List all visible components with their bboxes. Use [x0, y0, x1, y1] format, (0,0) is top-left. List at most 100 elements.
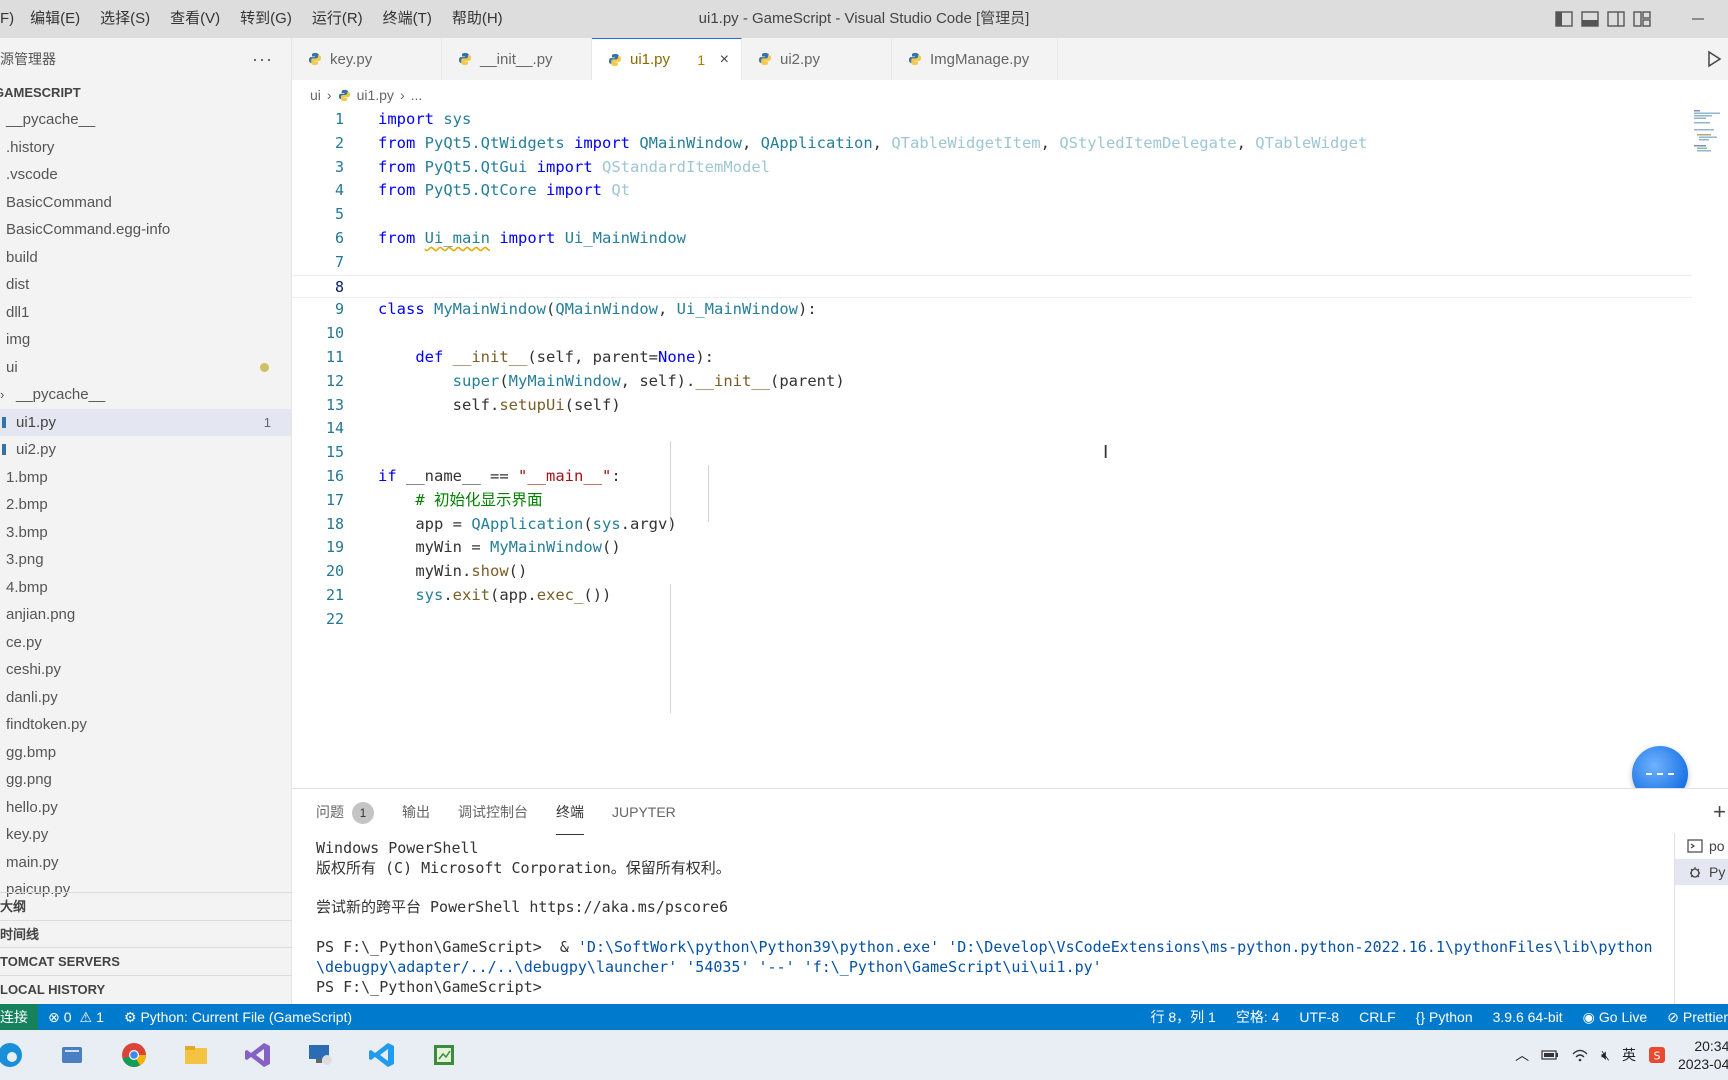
tree-item-ui2-py[interactable]: ui2.py [0, 436, 291, 464]
tab-key-py[interactable]: key.py [292, 38, 442, 80]
tree-item[interactable]: ceshi.py [0, 656, 291, 684]
new-terminal-icon[interactable]: + [1713, 799, 1726, 825]
tree-item[interactable]: key.py [0, 821, 291, 849]
run-python-file-icon[interactable] [1704, 50, 1724, 68]
layout-sidebar-left-icon[interactable] [1551, 0, 1577, 38]
tree-item[interactable]: BasicCommand [0, 189, 291, 217]
close-tab-icon[interactable]: × [720, 51, 729, 69]
tree-item[interactable]: danli.py [0, 684, 291, 712]
tab-terminal[interactable]: 终端 [556, 789, 584, 835]
tree-item[interactable]: build [0, 244, 291, 272]
debug-config-status[interactable]: ⚙ Python: Current File (GameScript) [114, 1004, 362, 1030]
code-line: 22 [325, 609, 344, 628]
customize-layout-icon[interactable] [1629, 0, 1655, 38]
indentation-status[interactable]: 空格: 4 [1226, 1004, 1290, 1030]
tree-item[interactable]: ce.py [0, 629, 291, 657]
tab-init-py[interactable]: __init__.py [442, 38, 592, 80]
tab-ui2-py[interactable]: ui2.py [742, 38, 892, 80]
tree-item[interactable]: 3.png [0, 546, 291, 574]
menu-view[interactable]: 查看(V) [160, 0, 230, 38]
tree-item[interactable]: .vscode [0, 161, 291, 189]
code-editor[interactable]: 1 import sys 2 from PyQt5.QtWidgets import… [292, 108, 1692, 788]
tree-item[interactable]: BasicCommand.egg-info [0, 216, 291, 244]
tree-item-ui-folder[interactable]: ui [0, 354, 291, 382]
terminal-line: 尝试新的跨平台 PowerShell https://aka.ms/pscore… [316, 898, 729, 917]
tree-item[interactable]: img [0, 326, 291, 354]
spreadsheet-icon[interactable] [424, 1035, 464, 1075]
tree-item[interactable]: gg.bmp [0, 739, 291, 767]
notes-icon[interactable] [52, 1035, 92, 1075]
menu-file[interactable]: F) [0, 0, 20, 38]
sogou-input-icon[interactable]: S [1642, 1046, 1672, 1064]
minimap[interactable] [1692, 108, 1722, 154]
language-status[interactable]: {} Python [1406, 1004, 1483, 1030]
more-actions-icon[interactable]: ··· [252, 49, 273, 70]
tab-debug-console[interactable]: 调试控制台 [458, 789, 528, 835]
workspace-root[interactable]: GAMESCRIPT [0, 80, 291, 106]
mouse-cursor-ibeam: I [1103, 442, 1109, 463]
current-line: 8 [292, 274, 1692, 299]
tree-item[interactable]: 2.bmp [0, 491, 291, 519]
file-explorer-icon[interactable] [176, 1035, 216, 1075]
tree-item[interactable]: dist [0, 271, 291, 299]
tree-item[interactable]: dll1 [0, 299, 291, 327]
section-timeline[interactable]: 时间线 [0, 919, 292, 948]
wifi-icon[interactable] [1565, 1048, 1595, 1062]
menu-go[interactable]: 转到(G) [230, 0, 302, 38]
visual-studio-icon[interactable] [238, 1035, 278, 1075]
clock[interactable]: 20:34 2023-04 [1672, 1037, 1728, 1073]
tab-ui1-py[interactable]: ui1.py 1 × [592, 38, 742, 80]
section-tomcat-servers[interactable]: TOMCAT SERVERS [0, 947, 292, 975]
tree-item[interactable]: __pycache__ [0, 106, 291, 134]
title-bar: ui1.py - GameScript - Visual Studio Code… [0, 0, 1728, 38]
tree-item[interactable]: hello.py [0, 794, 291, 822]
minimize-icon[interactable] [1668, 0, 1728, 38]
section-outline[interactable]: 大纲 [0, 892, 292, 920]
section-local-history[interactable]: LOCAL HISTORY [0, 974, 292, 1003]
layout-sidebar-right-icon[interactable] [1603, 0, 1629, 38]
breadcrumb-symbols[interactable]: ... [411, 87, 423, 103]
tree-item[interactable]: main.py [0, 849, 291, 877]
tree-item[interactable]: 4.bmp [0, 574, 291, 602]
tree-item[interactable]: 1.bmp [0, 464, 291, 492]
menu-help[interactable]: 帮助(H) [442, 0, 513, 38]
prettier-status[interactable]: ⊘ Prettier [1657, 1004, 1728, 1030]
tab-jupyter[interactable]: JUPYTER [612, 789, 676, 835]
menu-selection[interactable]: 选择(S) [90, 0, 160, 38]
menu-edit[interactable]: 编辑(E) [20, 0, 90, 38]
terminal-instance-powershell[interactable]: po [1675, 833, 1728, 859]
terminal-output[interactable]: Windows PowerShell 版权所有 (C) Microsoft Co… [316, 839, 1696, 997]
tree-item[interactable]: findtoken.py [0, 711, 291, 739]
tree-item[interactable]: 3.bmp [0, 519, 291, 547]
cursor-position-status[interactable]: 行 8，列 1 [1140, 1004, 1225, 1030]
braces-icon: {} [1415, 1009, 1426, 1025]
vscode-icon[interactable] [362, 1035, 402, 1075]
volume-muted-icon[interactable]: 🔇︎ [1595, 1047, 1616, 1064]
battery-icon[interactable] [1535, 1049, 1565, 1061]
remote-desktop-icon[interactable] [300, 1035, 340, 1075]
menu-run[interactable]: 运行(R) [302, 0, 373, 38]
tree-item[interactable]: gg.png [0, 766, 291, 794]
tree-item[interactable]: .history [0, 134, 291, 162]
interpreter-status[interactable]: 3.9.6 64-bit [1483, 1004, 1573, 1030]
tree-item[interactable]: anjian.png [0, 601, 291, 629]
tab-imgmanage-py[interactable]: ImgManage.py [892, 38, 1058, 80]
remote-status[interactable]: 连接 [0, 1004, 38, 1030]
eol-status[interactable]: CRLF [1349, 1004, 1406, 1030]
menu-terminal[interactable]: 终端(T) [373, 0, 442, 38]
tab-output[interactable]: 输出 [402, 789, 430, 835]
problems-status[interactable]: ⊗ 0 ⚠ 1 [38, 1004, 114, 1030]
input-language[interactable]: 英 [1616, 1045, 1642, 1065]
terminal-instance-python-debug[interactable]: Py [1675, 859, 1728, 885]
tree-item-ui1-py[interactable]: ui1.py 1 [0, 408, 291, 436]
encoding-status[interactable]: UTF-8 [1289, 1004, 1349, 1030]
chevron-up-icon[interactable]: ︿ [1509, 1045, 1535, 1065]
tab-problems[interactable]: 问题 1 [316, 789, 374, 835]
edge-icon[interactable] [0, 1035, 30, 1075]
breadcrumb-file[interactable]: ui1.py [357, 87, 394, 103]
breadcrumb-folder[interactable]: ui [310, 87, 321, 103]
chrome-icon[interactable] [114, 1035, 154, 1075]
layout-panel-icon[interactable] [1577, 0, 1603, 38]
tree-item[interactable]: › __pycache__ [0, 381, 291, 409]
go-live-status[interactable]: ◉ Go Live [1573, 1004, 1657, 1030]
